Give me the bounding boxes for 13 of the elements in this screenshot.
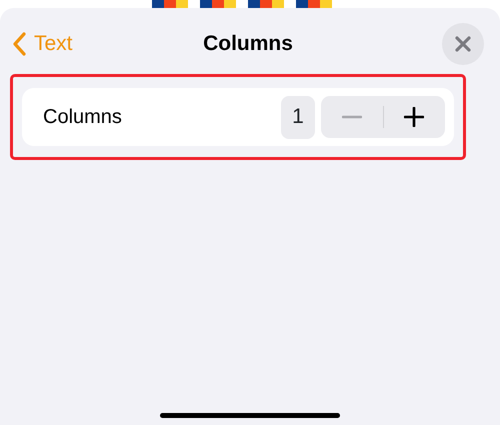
chevron-left-icon	[12, 32, 26, 56]
minus-icon	[342, 115, 362, 119]
column-layout-icon	[248, 0, 284, 8]
row-label: Columns	[43, 105, 123, 130]
close-button[interactable]	[442, 23, 484, 65]
column-layout-icon	[296, 0, 332, 8]
sheet-title: Columns	[203, 31, 293, 58]
column-layout-icon	[200, 0, 236, 8]
value-display: 1	[281, 96, 315, 138]
back-button[interactable]: Text	[12, 28, 73, 60]
close-icon	[455, 36, 471, 52]
column-layout-icon	[152, 0, 188, 8]
plus-icon	[404, 107, 424, 127]
